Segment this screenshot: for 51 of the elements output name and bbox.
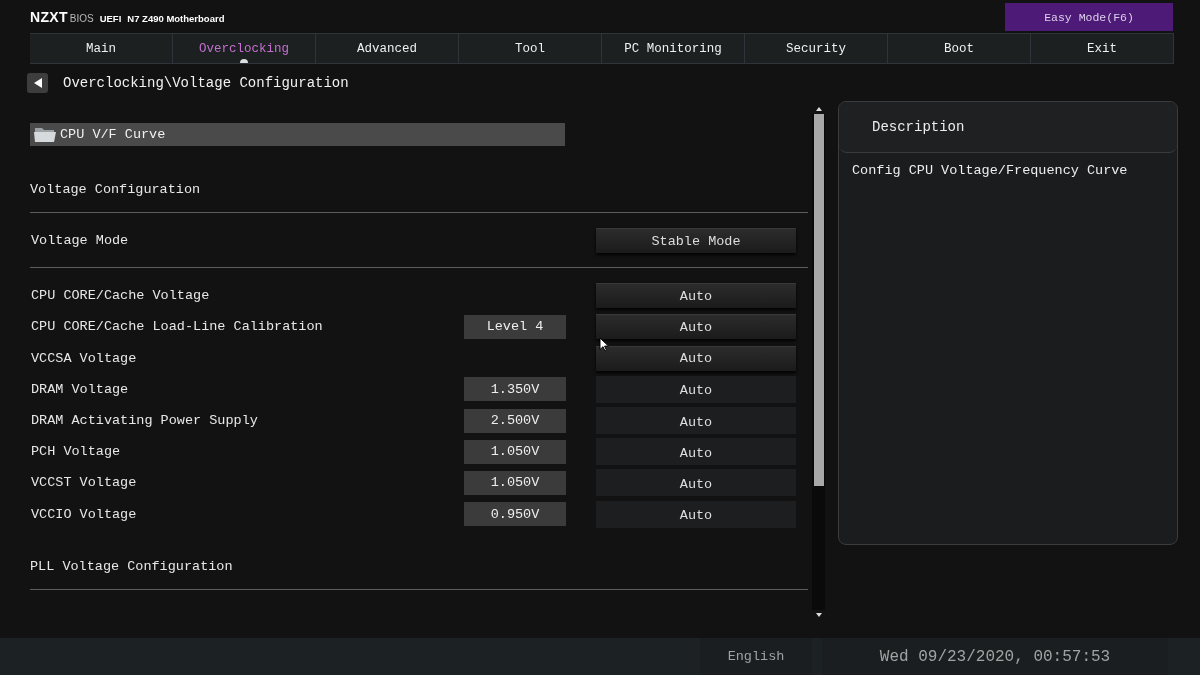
current-value: 2.500V	[464, 408, 566, 433]
scrollbar-track[interactable]	[812, 114, 825, 610]
folder-item[interactable]: CPU V/F Curve	[30, 123, 565, 146]
value-field[interactable]: Auto	[596, 438, 796, 466]
folder-icon	[34, 127, 56, 142]
value-field[interactable]: Auto	[596, 375, 796, 403]
menu-tab[interactable]: PC Monitoring	[602, 33, 745, 64]
setting-label: CPU CORE/Cache Voltage	[30, 288, 211, 304]
select-button[interactable]: Auto	[596, 283, 796, 309]
menu-tab[interactable]: Security	[745, 33, 888, 64]
menu-tab[interactable]: Advanced	[316, 33, 459, 64]
section-heading: PLL Voltage Configuration	[30, 557, 233, 576]
menu-tab[interactable]: Exit	[1031, 33, 1174, 64]
section-heading: Voltage Configuration	[30, 181, 201, 199]
caret-left-icon	[33, 77, 42, 88]
board-name: N7 Z490 Motherboard	[127, 13, 225, 24]
breadcrumb-path: Overclocking\Voltage Configuration	[63, 74, 349, 91]
scroll-up-icon[interactable]	[815, 107, 822, 111]
current-value: 1.050V	[464, 470, 566, 495]
scrollbar-thumb[interactable]	[813, 114, 824, 486]
menu-tab[interactable]: Boot	[888, 33, 1031, 64]
setting-label: Voltage Mode	[30, 233, 130, 249]
select-button[interactable]: Auto	[596, 345, 796, 371]
mouse-pointer-icon	[599, 337, 609, 352]
value-field[interactable]: Auto	[596, 469, 796, 497]
back-button[interactable]	[27, 72, 48, 93]
select-button[interactable]: Stable Mode	[596, 228, 796, 254]
scroll-down-icon[interactable]	[815, 613, 822, 617]
setting-label: VCCST Voltage	[30, 475, 138, 491]
current-value: 0.950V	[464, 502, 566, 527]
easy-mode-button[interactable]: Easy Mode(F6)	[1005, 3, 1173, 31]
setting-label: DRAM Voltage	[30, 381, 130, 397]
current-value: 1.050V	[464, 439, 566, 464]
menu-tab[interactable]: Main	[30, 33, 173, 64]
description-text: Config CPU Voltage/Frequency Curve	[851, 162, 1129, 180]
select-button[interactable]: Auto	[596, 314, 796, 340]
bios-label: BIOS	[69, 13, 94, 24]
setting-label: DRAM Activating Power Supply	[30, 413, 259, 429]
value-field[interactable]: Auto	[596, 407, 796, 435]
setting-label: CPU CORE/Cache Load-Line Calibration	[30, 319, 324, 335]
setting-label: VCCSA Voltage	[30, 350, 138, 366]
firmware-label: UEFI	[99, 13, 122, 24]
current-value: 1.350V	[464, 377, 566, 402]
brand-logo: NZXT	[30, 9, 68, 25]
current-value: Level 4	[464, 314, 566, 339]
setting-label: PCH Voltage	[30, 444, 122, 460]
menu-tab[interactable]: Overclocking	[173, 33, 316, 64]
setting-label: VCCIO Voltage	[30, 506, 138, 522]
panel-title: Description	[872, 119, 965, 135]
value-field[interactable]: Auto	[596, 500, 796, 528]
menu-tab[interactable]: Tool	[459, 33, 602, 64]
